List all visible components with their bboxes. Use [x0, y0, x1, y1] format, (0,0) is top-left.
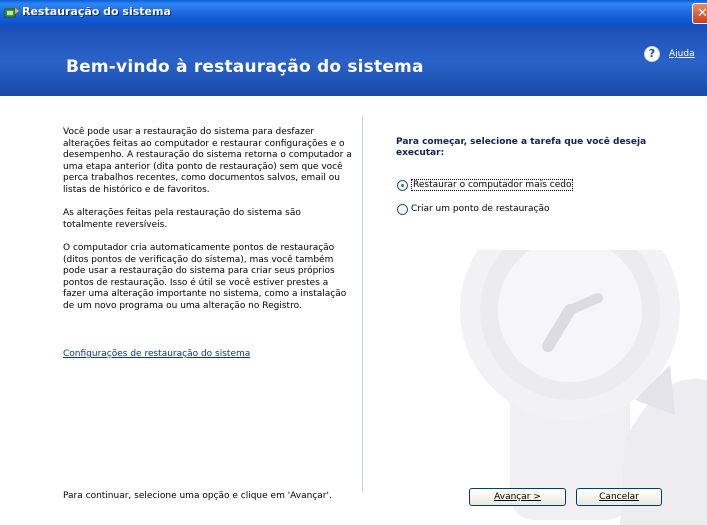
help-icon[interactable]: ? — [644, 46, 660, 62]
close-button[interactable]: ✕ — [692, 3, 707, 24]
footer-instruction: Para continuar, selecione uma opção e cl… — [63, 491, 332, 501]
restore-settings-link[interactable]: Configurações de restauração do sistema — [63, 349, 250, 359]
intro-paragraph: As alterações feitas pela restauração do… — [63, 208, 301, 230]
next-button[interactable]: Avançar > — [469, 488, 566, 506]
window-title: Restauração do sistema — [22, 5, 171, 18]
restore-radio[interactable] — [397, 180, 408, 191]
cancel-button[interactable]: Cancelar — [576, 488, 662, 506]
restore-option-label[interactable]: Restaurar o computador mais cedo — [411, 179, 574, 191]
create-point-option-label[interactable]: Criar um ponto de restauração — [411, 204, 550, 214]
clock-watermark-icon — [460, 250, 707, 525]
page-title: Bem-vindo à restauração do sistema — [66, 57, 424, 77]
system-restore-icon — [4, 8, 19, 18]
intro-paragraph: Você pode usar a restauração do sistema … — [63, 127, 352, 195]
cancel-button-label: Cancelar — [599, 492, 639, 502]
help-link[interactable]: Ajuda — [669, 49, 695, 59]
task-prompt: Para começar, selecione a tarefa que voc… — [396, 137, 647, 158]
header-band: Bem-vindo à restauração do sistema ? Aju… — [0, 26, 707, 96]
next-button-label: Avançar > — [494, 492, 541, 502]
title-bar[interactable]: Restauração do sistema ✕ — [0, 0, 707, 26]
create-point-radio[interactable] — [397, 204, 408, 215]
divider — [362, 116, 363, 492]
intro-text: Você pode usar a restauração do sistema … — [63, 127, 353, 324]
intro-paragraph: O computador cria automaticamente pontos… — [63, 242, 347, 311]
